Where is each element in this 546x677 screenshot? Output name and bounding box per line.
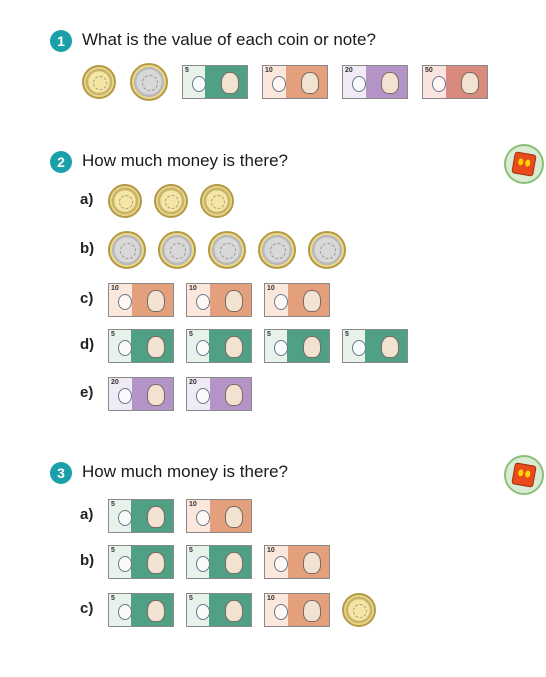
five-pound-note-icon: 5 [108, 329, 174, 363]
two-pound-coin-icon [158, 231, 196, 269]
q2-part-label: d) [80, 336, 95, 353]
q2-part-money-row: 20 20 [108, 374, 252, 414]
q2-part-label: e) [80, 384, 94, 401]
q3-part-label: b) [80, 552, 95, 569]
five-pound-note-icon: 5 [182, 65, 248, 99]
q3-part-money-row: 5 5 10 [108, 542, 330, 582]
five-pound-note-icon: 5 [186, 329, 252, 363]
question-2-number: 2 [50, 151, 72, 173]
q2-part-label: b) [80, 240, 95, 257]
one-pound-coin-icon [200, 184, 234, 218]
ten-pound-note-icon: 10 [186, 499, 252, 533]
q3-part-money-row: 5 5 10 [108, 590, 376, 630]
ten-pound-note-icon: 10 [262, 65, 328, 99]
twenty-pound-note-icon: 20 [186, 377, 252, 411]
q3-part-money-row: 5 10 [108, 496, 252, 536]
question-2-text: How much money is there? [82, 151, 288, 170]
q2-part-label: c) [80, 290, 94, 307]
question-1-money-row: 5 10 20 50 [82, 60, 488, 104]
question-1-text: What is the value of each coin or note? [82, 30, 376, 49]
q2-part-money-row: 10 10 10 [108, 280, 330, 320]
two-pound-coin-icon [208, 231, 246, 269]
fifty-pound-note-icon: 50 [422, 65, 488, 99]
question-3-number: 3 [50, 462, 72, 484]
five-pound-note-icon: 5 [108, 499, 174, 533]
five-pound-note-icon: 5 [108, 593, 174, 627]
q2-part-money-row [108, 181, 234, 221]
ten-pound-note-icon: 10 [186, 283, 252, 317]
question-3-cube-icon [504, 455, 544, 495]
one-pound-coin-icon [82, 65, 116, 99]
question-1-number: 1 [50, 30, 72, 52]
twenty-pound-note-icon: 20 [342, 65, 408, 99]
q2-part-money-row [108, 230, 346, 270]
ten-pound-note-icon: 10 [108, 283, 174, 317]
one-pound-coin-icon [108, 184, 142, 218]
two-pound-coin-icon [108, 231, 146, 269]
question-3-text: How much money is there? [82, 462, 288, 481]
ten-pound-note-icon: 10 [264, 593, 330, 627]
two-pound-coin-icon [130, 63, 168, 101]
ten-pound-note-icon: 10 [264, 283, 330, 317]
five-pound-note-icon: 5 [264, 329, 330, 363]
five-pound-note-icon: 5 [108, 545, 174, 579]
q3-part-label: a) [80, 506, 94, 523]
five-pound-note-icon: 5 [342, 329, 408, 363]
one-pound-coin-icon [342, 593, 376, 627]
q3-part-label: c) [80, 600, 94, 617]
five-pound-note-icon: 5 [186, 593, 252, 627]
five-pound-note-icon: 5 [186, 545, 252, 579]
ten-pound-note-icon: 10 [264, 545, 330, 579]
two-pound-coin-icon [258, 231, 296, 269]
two-pound-coin-icon [308, 231, 346, 269]
twenty-pound-note-icon: 20 [108, 377, 174, 411]
one-pound-coin-icon [154, 184, 188, 218]
q2-part-money-row: 5555 [108, 326, 408, 366]
q2-part-label: a) [80, 191, 94, 208]
question-2-cube-icon [504, 144, 544, 184]
